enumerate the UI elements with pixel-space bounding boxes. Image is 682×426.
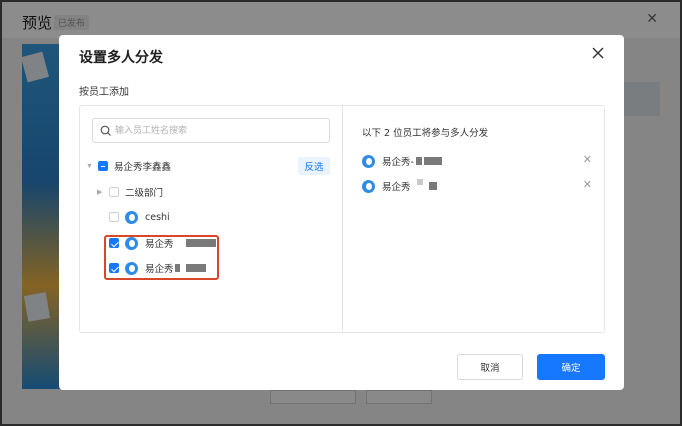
panel-divider [342, 106, 343, 332]
selected-summary: 以下 2 位员工将参与多人分发 [362, 128, 489, 139]
user-avatar-icon [362, 179, 375, 193]
redacted-name [415, 157, 422, 165]
remove-icon[interactable]: ✕ [583, 153, 592, 166]
distribute-modal: 设置多人分发 按员工添加 ▼ 易企秀李鑫鑫 反选 ▶ [59, 35, 624, 390]
department-label: 二级部门 [125, 188, 164, 199]
search-input[interactable] [115, 122, 315, 139]
chevron-down-icon[interactable]: ▼ [86, 163, 98, 170]
user-label: ceshi [145, 211, 170, 223]
selected-user-row: 易企秀 ✕ [362, 178, 592, 194]
tree-root-row[interactable]: ▼ 易企秀李鑫鑫 [86, 156, 171, 176]
modal-title: 设置多人分发 [79, 50, 163, 66]
department-checkbox[interactable] [109, 187, 119, 197]
screenshot-frame: 预览 已发布 ✕ 设置多人分发 按员工添加 输入员工姓名搜索 ▼ 易企秀李鑫鑫 … [0, 0, 682, 426]
redacted-name [416, 179, 423, 185]
root-label: 易企秀李鑫鑫 [114, 162, 172, 173]
tree-department-row[interactable]: ▶ 二级部门 [97, 182, 163, 202]
user-avatar-icon [125, 210, 138, 224]
selection-highlight [104, 235, 219, 280]
invert-selection-button[interactable]: 反选 [298, 157, 330, 175]
user-avatar-icon [362, 154, 375, 168]
search-icon [100, 125, 111, 136]
selected-user-row: 易企秀- ✕ [362, 153, 592, 169]
search-box [92, 118, 330, 143]
redacted-name [428, 182, 437, 190]
selection-panel: ▼ 易企秀李鑫鑫 反选 ▶ 二级部门 ceshi 易企秀 [79, 105, 605, 333]
root-checkbox[interactable] [98, 161, 108, 171]
user-checkbox[interactable] [109, 212, 119, 222]
selected-user-label: 易企秀- [382, 157, 414, 168]
redacted-name [423, 157, 442, 165]
chevron-right-icon[interactable]: ▶ [97, 188, 109, 196]
remove-icon[interactable]: ✕ [583, 178, 592, 191]
tree-user-row[interactable]: ceshi [109, 207, 170, 227]
close-icon[interactable] [590, 45, 606, 61]
selected-user-label: 易企秀 [382, 182, 411, 193]
confirm-button[interactable]: 确定 [537, 354, 605, 380]
cancel-button[interactable]: 取消 [457, 354, 523, 380]
section-label: 按员工添加 [79, 87, 129, 98]
